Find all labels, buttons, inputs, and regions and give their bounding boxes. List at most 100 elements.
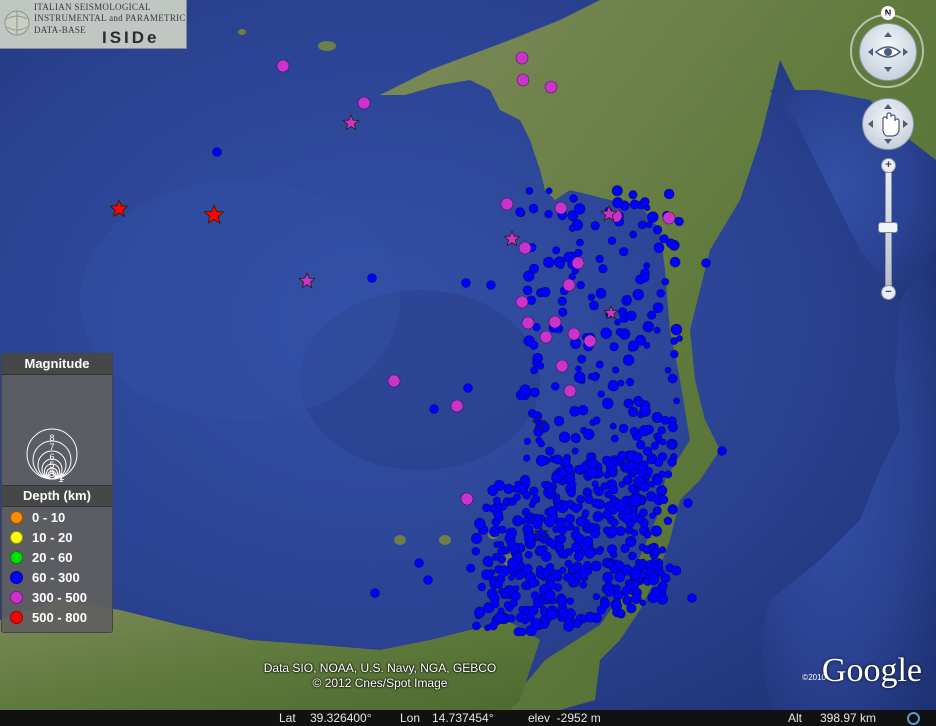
event-marker[interactable]: [652, 302, 664, 314]
event-marker[interactable]: [583, 334, 597, 348]
event-marker[interactable]: [627, 551, 637, 561]
event-marker[interactable]: [604, 459, 614, 469]
event-marker[interactable]: [579, 580, 588, 589]
event-marker[interactable]: [593, 486, 600, 494]
event-marker[interactable]: [561, 457, 571, 467]
event-marker[interactable]: [619, 246, 629, 257]
map-canvas[interactable]: [0, 0, 936, 710]
event-marker[interactable]: [503, 483, 514, 495]
event-marker[interactable]: [596, 605, 607, 615]
event-marker[interactable]: [671, 565, 682, 576]
event-marker[interactable]: [519, 384, 531, 396]
event-marker[interactable]: [627, 406, 639, 417]
event-marker[interactable]: [557, 595, 568, 606]
event-marker[interactable]: [512, 515, 524, 527]
event-marker[interactable]: [481, 569, 492, 581]
event-marker[interactable]: [660, 415, 670, 425]
event-marker[interactable]: [566, 499, 574, 508]
event-marker[interactable]: [552, 246, 561, 255]
event-marker[interactable]: [626, 461, 636, 471]
event-marker[interactable]: [551, 512, 559, 520]
event-marker[interactable]: [514, 480, 522, 488]
event-marker[interactable]: [566, 597, 575, 605]
event-marker[interactable]: [626, 310, 637, 322]
event-marker[interactable]: [543, 256, 555, 269]
event-marker[interactable]: [621, 585, 631, 595]
event-marker[interactable]: [512, 552, 523, 563]
event-marker[interactable]: [529, 340, 539, 350]
event-marker[interactable]: [540, 286, 551, 298]
event-marker[interactable]: [639, 558, 647, 566]
event-marker[interactable]: [632, 288, 644, 301]
event-marker[interactable]: [609, 342, 619, 352]
event-marker[interactable]: [650, 525, 663, 537]
event-marker[interactable]: [507, 614, 516, 623]
event-marker[interactable]: [518, 605, 526, 613]
event-marker[interactable]: [664, 366, 672, 374]
event-marker[interactable]: [577, 354, 587, 364]
event-marker[interactable]: [670, 337, 679, 345]
event-marker[interactable]: [516, 73, 530, 87]
event-marker[interactable]: [546, 609, 558, 621]
event-marker[interactable]: [584, 494, 594, 505]
event-marker[interactable]: [667, 504, 678, 515]
event-marker[interactable]: [652, 547, 661, 557]
event-marker[interactable]: [515, 207, 525, 217]
event-marker[interactable]: [645, 221, 653, 229]
zoom-slider[interactable]: + −: [878, 158, 898, 300]
event-marker[interactable]: [647, 573, 660, 586]
event-marker[interactable]: [584, 547, 596, 559]
event-marker[interactable]: [544, 209, 553, 219]
event-marker[interactable]: [627, 484, 636, 493]
event-marker[interactable]: [667, 373, 678, 384]
event-marker[interactable]: [659, 495, 669, 505]
event-marker[interactable]: [617, 450, 628, 461]
event-marker[interactable]: [569, 480, 577, 489]
event-marker[interactable]: [563, 384, 577, 398]
event-marker[interactable]: [618, 423, 629, 434]
event-marker[interactable]: [612, 197, 624, 209]
event-marker[interactable]: [461, 278, 471, 288]
event-marker[interactable]: [608, 505, 618, 515]
event-marker[interactable]: [643, 530, 652, 539]
event-marker[interactable]: [537, 440, 545, 448]
event-marker[interactable]: [583, 428, 595, 441]
event-marker[interactable]: [662, 211, 676, 225]
event-marker[interactable]: [640, 197, 650, 207]
event-marker[interactable]: [611, 518, 619, 527]
event-marker[interactable]: [566, 488, 576, 498]
event-marker[interactable]: [568, 224, 576, 232]
event-marker[interactable]: [579, 615, 588, 624]
event-marker[interactable]: [629, 230, 638, 239]
zoom-thumb[interactable]: [878, 222, 898, 233]
event-marker[interactable]: [515, 51, 529, 65]
event-marker[interactable]: [608, 484, 619, 495]
event-marker[interactable]: [523, 454, 531, 462]
event-marker[interactable]: [567, 327, 581, 341]
event-marker[interactable]: [590, 560, 602, 572]
event-marker[interactable]: [506, 539, 516, 549]
event-marker[interactable]: [387, 374, 401, 388]
event-marker[interactable]: [501, 591, 509, 599]
event-marker[interactable]: [512, 493, 521, 502]
event-marker[interactable]: [628, 190, 638, 200]
event-marker[interactable]: [518, 627, 527, 637]
event-marker[interactable]: [450, 399, 464, 413]
event-marker[interactable]: [498, 525, 507, 534]
move-joystick[interactable]: [862, 98, 914, 150]
event-marker[interactable]: [571, 447, 579, 455]
event-marker[interactable]: [664, 470, 673, 479]
event-marker[interactable]: [555, 359, 569, 373]
event-marker[interactable]: [652, 506, 662, 516]
event-marker[interactable]: [528, 203, 539, 214]
event-marker[interactable]: [505, 527, 518, 539]
event-marker[interactable]: [610, 434, 619, 443]
event-marker[interactable]: [492, 508, 504, 519]
event-marker[interactable]: [607, 380, 619, 392]
event-marker[interactable]: [643, 262, 651, 270]
event-marker[interactable]: [663, 516, 673, 526]
event-marker[interactable]: [656, 288, 666, 298]
event-marker[interactable]: [559, 566, 567, 574]
event-marker[interactable]: [583, 560, 592, 570]
event-marker[interactable]: [500, 197, 514, 211]
